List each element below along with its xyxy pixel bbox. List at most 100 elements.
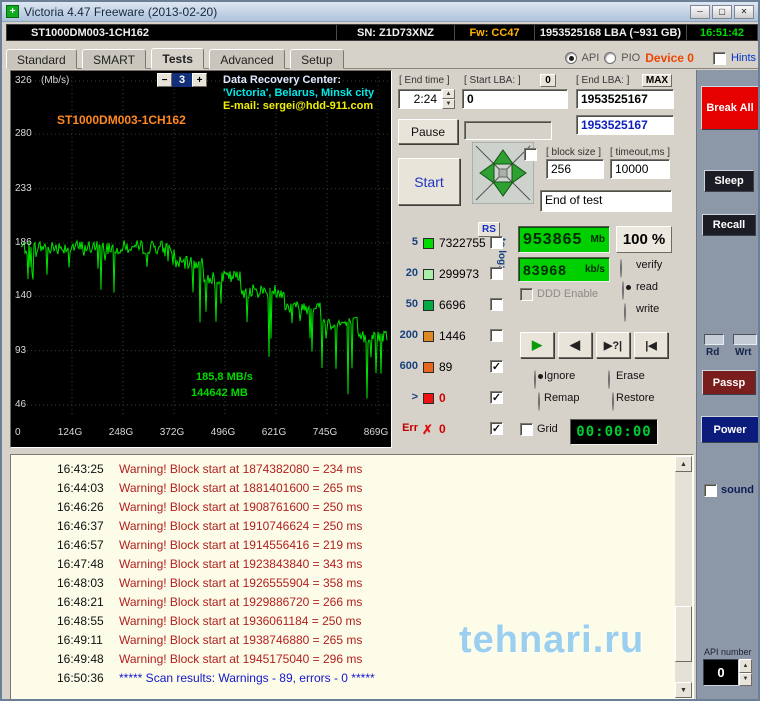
log-line: 16:48:21 Warning! Block start at 19298867… <box>11 593 693 612</box>
stat-bucket-label: 5 <box>411 236 418 248</box>
log-time: 16:48:55 <box>57 614 104 628</box>
hints-checkbox[interactable] <box>712 51 726 65</box>
y-axis-unit: (Mb/s) <box>41 75 70 86</box>
rs-button[interactable]: RS <box>478 222 500 237</box>
watermark: tehnari.ru <box>459 619 645 661</box>
api-radio[interactable] <box>564 52 577 64</box>
erase-label: Erase <box>616 370 645 382</box>
stat-log-checkbox[interactable] <box>490 236 503 249</box>
remap-radio[interactable] <box>538 392 540 411</box>
step-back-button[interactable]: ◀ <box>558 332 592 358</box>
zoom-in-button[interactable]: + <box>192 73 207 87</box>
sound-checkbox[interactable] <box>704 484 717 497</box>
seek-start-button[interactable]: |◀ <box>634 332 668 358</box>
scroll-thumb[interactable] <box>675 606 692 662</box>
stat-count: 299973 <box>439 267 480 281</box>
end-of-test-select[interactable]: End of test <box>540 190 672 212</box>
stat-color-swatch <box>423 269 434 280</box>
log-message: Warning! Block start at 1945175040 = 296… <box>119 652 363 666</box>
spinner-down-icon[interactable]: ▼ <box>442 99 455 109</box>
speed-display: 83968 kb/s <box>518 257 610 282</box>
percent-unit: % <box>651 231 666 248</box>
spinner-up-icon[interactable]: ▲ <box>442 89 455 99</box>
stat-row: > 0 <box>396 391 508 406</box>
pio-radio[interactable] <box>604 52 617 64</box>
tab-advanced[interactable]: Advanced <box>209 49 285 69</box>
block-size-select[interactable]: 256 <box>546 159 604 179</box>
start-button[interactable]: Start <box>398 158 460 205</box>
scanned-mb-text: 144642 MB <box>191 387 248 399</box>
verify-radio[interactable] <box>620 259 622 278</box>
x-tick: 869G <box>363 427 389 438</box>
sound-label: sound <box>721 484 754 496</box>
ignore-radio[interactable] <box>534 370 536 389</box>
stat-count: 0 <box>439 391 446 405</box>
sleep-button[interactable]: Sleep <box>704 170 754 192</box>
log-scrollbar[interactable]: ▲ ▼ <box>675 456 692 698</box>
log-time: 16:46:57 <box>57 538 104 552</box>
end-lba-input[interactable]: 1953525167 <box>576 89 674 109</box>
log-time: 16:49:48 <box>57 652 104 666</box>
tab-standard[interactable]: Standard <box>6 49 77 69</box>
write-radio[interactable] <box>624 303 626 322</box>
drive-serial: SN: Z1D73XNZ <box>337 25 455 40</box>
minimize-button[interactable]: ─ <box>690 4 710 19</box>
scroll-up-button[interactable]: ▲ <box>675 456 692 472</box>
ddd-enable-label: DDD Enable <box>537 288 599 300</box>
start-lba-preset-button[interactable]: 0 <box>540 74 556 87</box>
read-radio[interactable] <box>622 281 624 300</box>
log-line: 16:46:57 Warning! Block start at 19145564… <box>11 536 693 555</box>
stat-log-checkbox[interactable] <box>490 329 503 342</box>
start-lba-label[interactable]: [ Start LBA: ] <box>464 75 521 86</box>
restore-radio[interactable] <box>612 392 614 411</box>
end-time-spinner[interactable]: ▲ ▼ <box>442 89 455 109</box>
tab-smart[interactable]: SMART <box>82 49 146 69</box>
zoom-out-button[interactable]: − <box>157 73 172 87</box>
stat-log-checkbox[interactable] <box>490 391 503 404</box>
end-lba-label[interactable]: [ End LBA: ] <box>576 75 629 86</box>
tab-setup[interactable]: Setup <box>290 49 344 69</box>
stat-count: 1446 <box>439 329 466 343</box>
spinner-down-icon[interactable]: ▼ <box>739 672 752 686</box>
ddd-enable-checkbox[interactable] <box>520 288 533 301</box>
tab-tests[interactable]: Tests <box>151 48 204 69</box>
timeout-input[interactable]: 10000 <box>610 159 670 179</box>
maximize-button[interactable]: ▢ <box>712 4 732 19</box>
stat-count: 89 <box>439 360 453 374</box>
log-line: 16:46:26 Warning! Block start at 19087616… <box>11 498 693 517</box>
close-button[interactable]: ✕ <box>734 4 754 19</box>
start-lba-input[interactable]: 0 <box>462 89 568 109</box>
stat-row: 600 89 <box>396 360 508 375</box>
log-message: Warning! Block start at 1874382080 = 234… <box>119 462 363 476</box>
break-all-button[interactable]: Break All <box>701 86 758 130</box>
restore-label: Restore <box>616 392 655 404</box>
pause-button[interactable]: Pause <box>398 119 458 144</box>
scroll-down-button[interactable]: ▼ <box>675 682 692 698</box>
passp-button[interactable]: Passp <box>702 370 756 395</box>
api-number-display: 0 <box>703 659 739 686</box>
end-lba-max-button[interactable]: MAX <box>642 74 672 87</box>
banner-line1: Data Recovery Center: <box>223 74 341 86</box>
log-time: 16:43:25 <box>57 462 104 476</box>
x-tick: 124G <box>57 427 83 438</box>
y-tick: 46 <box>15 399 27 410</box>
wrt-label: Wrt <box>735 347 752 358</box>
clock: 16:51:42 <box>699 26 745 39</box>
speed-graph-panel: 326 (Mb/s) 280 233 186 140 93 46 0 124G … <box>10 70 392 448</box>
stat-log-checkbox[interactable] <box>490 298 503 311</box>
stat-log-checkbox[interactable] <box>490 267 503 280</box>
log-message: Warning! Block start at 1936061184 = 250… <box>119 614 362 628</box>
jog-option-checkbox[interactable] <box>524 148 537 161</box>
spinner-up-icon[interactable]: ▲ <box>739 659 752 673</box>
grid-checkbox[interactable] <box>520 423 533 436</box>
log-message: Warning! Block start at 1914556416 = 219… <box>119 538 363 552</box>
stat-log-checkbox[interactable] <box>490 360 503 373</box>
stat-log-checkbox[interactable] <box>490 422 503 435</box>
erase-radio[interactable] <box>608 370 610 389</box>
api-number-spinner[interactable]: ▲ ▼ <box>739 659 752 686</box>
stat-row: Err ✗ 0 <box>396 422 508 437</box>
recall-button[interactable]: Recall <box>702 214 756 236</box>
play-button[interactable]: ▶ <box>520 332 554 358</box>
seek-error-button[interactable]: ▶?| <box>596 332 630 358</box>
power-button[interactable]: Power <box>701 416 758 443</box>
